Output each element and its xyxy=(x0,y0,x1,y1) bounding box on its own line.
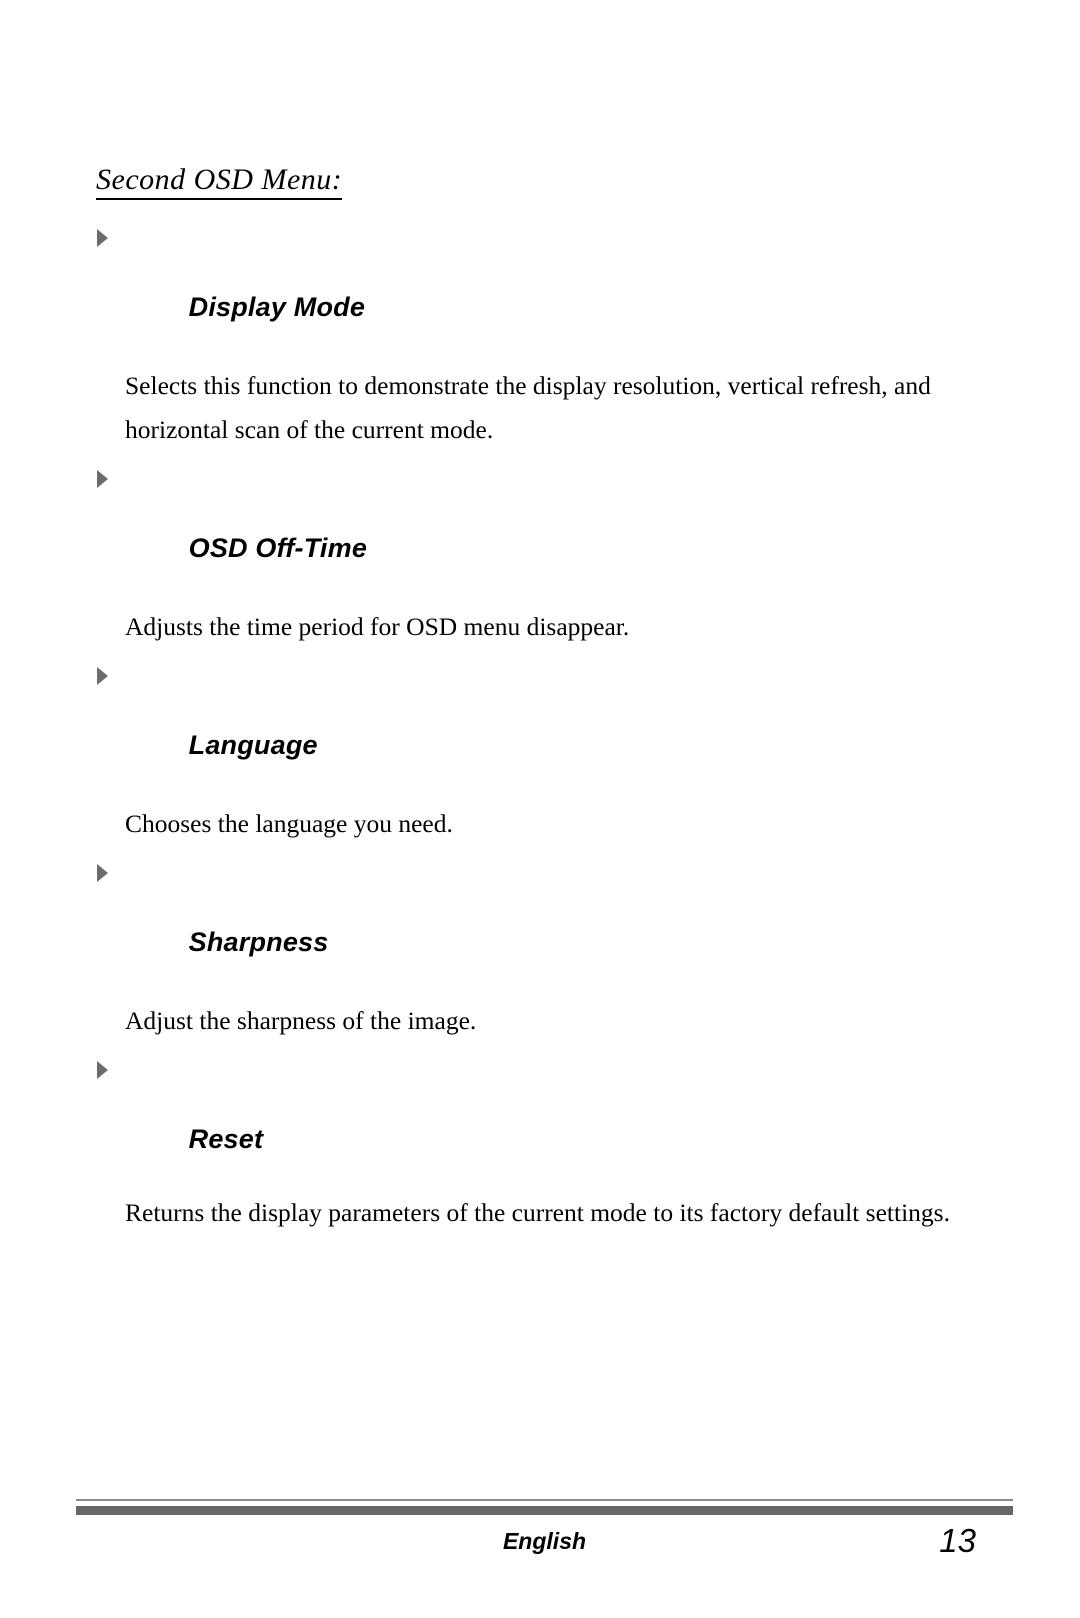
entry-body: Adjusts the time period for OSD menu dis… xyxy=(125,612,630,641)
entry-heading-label: Language xyxy=(188,730,318,760)
entry-osd-off-time: OSD Off-Time Adjusts the time period for… xyxy=(96,463,996,649)
triangle-right-icon xyxy=(97,667,108,685)
footer-language-label: English xyxy=(502,1528,587,1554)
entry-heading: Display Mode xyxy=(96,222,996,358)
triangle-right-icon xyxy=(97,229,108,247)
entry-body: Selects this function to demonstrate the… xyxy=(125,371,931,444)
footer-text-row: English 13 xyxy=(76,1522,1013,1566)
entry-sharpness: Sharpness Adjust the sharpness of the im… xyxy=(96,857,996,1043)
entry-body: Returns the display parameters of the cu… xyxy=(125,1198,950,1227)
page-footer: English 13 xyxy=(76,1499,1013,1566)
entry-heading: Reset xyxy=(96,1054,996,1190)
entry-display-mode: Display Mode Selects this function to de… xyxy=(96,222,996,452)
entry-heading: OSD Off-Time xyxy=(96,463,996,599)
page-content: Second OSD Menu: Display Mode Selects th… xyxy=(96,163,996,1233)
entry-heading-label: Display Mode xyxy=(188,292,366,322)
page-number: 13 xyxy=(939,1522,976,1559)
entry-heading: Language xyxy=(96,660,996,796)
entry-body: Adjust the sharpness of the image. xyxy=(125,1006,477,1035)
entry-reset: Reset Returns the display parameters of … xyxy=(96,1054,996,1229)
triangle-right-icon xyxy=(97,864,108,882)
footer-rule-thick xyxy=(76,1506,1013,1515)
entry-heading-label: OSD Off-Time xyxy=(188,533,368,563)
entry-heading-label: Sharpness xyxy=(188,927,329,957)
document-page: Second OSD Menu: Display Mode Selects th… xyxy=(0,0,1080,1618)
triangle-right-icon xyxy=(97,1061,108,1079)
entry-body: Chooses the language you need. xyxy=(125,809,453,838)
entry-heading-label: Reset xyxy=(188,1124,264,1154)
entry-language: Language Chooses the language you need. xyxy=(96,660,996,846)
section-title: Second OSD Menu: xyxy=(96,163,343,200)
entry-heading: Sharpness xyxy=(96,857,996,993)
triangle-right-icon xyxy=(97,470,108,488)
